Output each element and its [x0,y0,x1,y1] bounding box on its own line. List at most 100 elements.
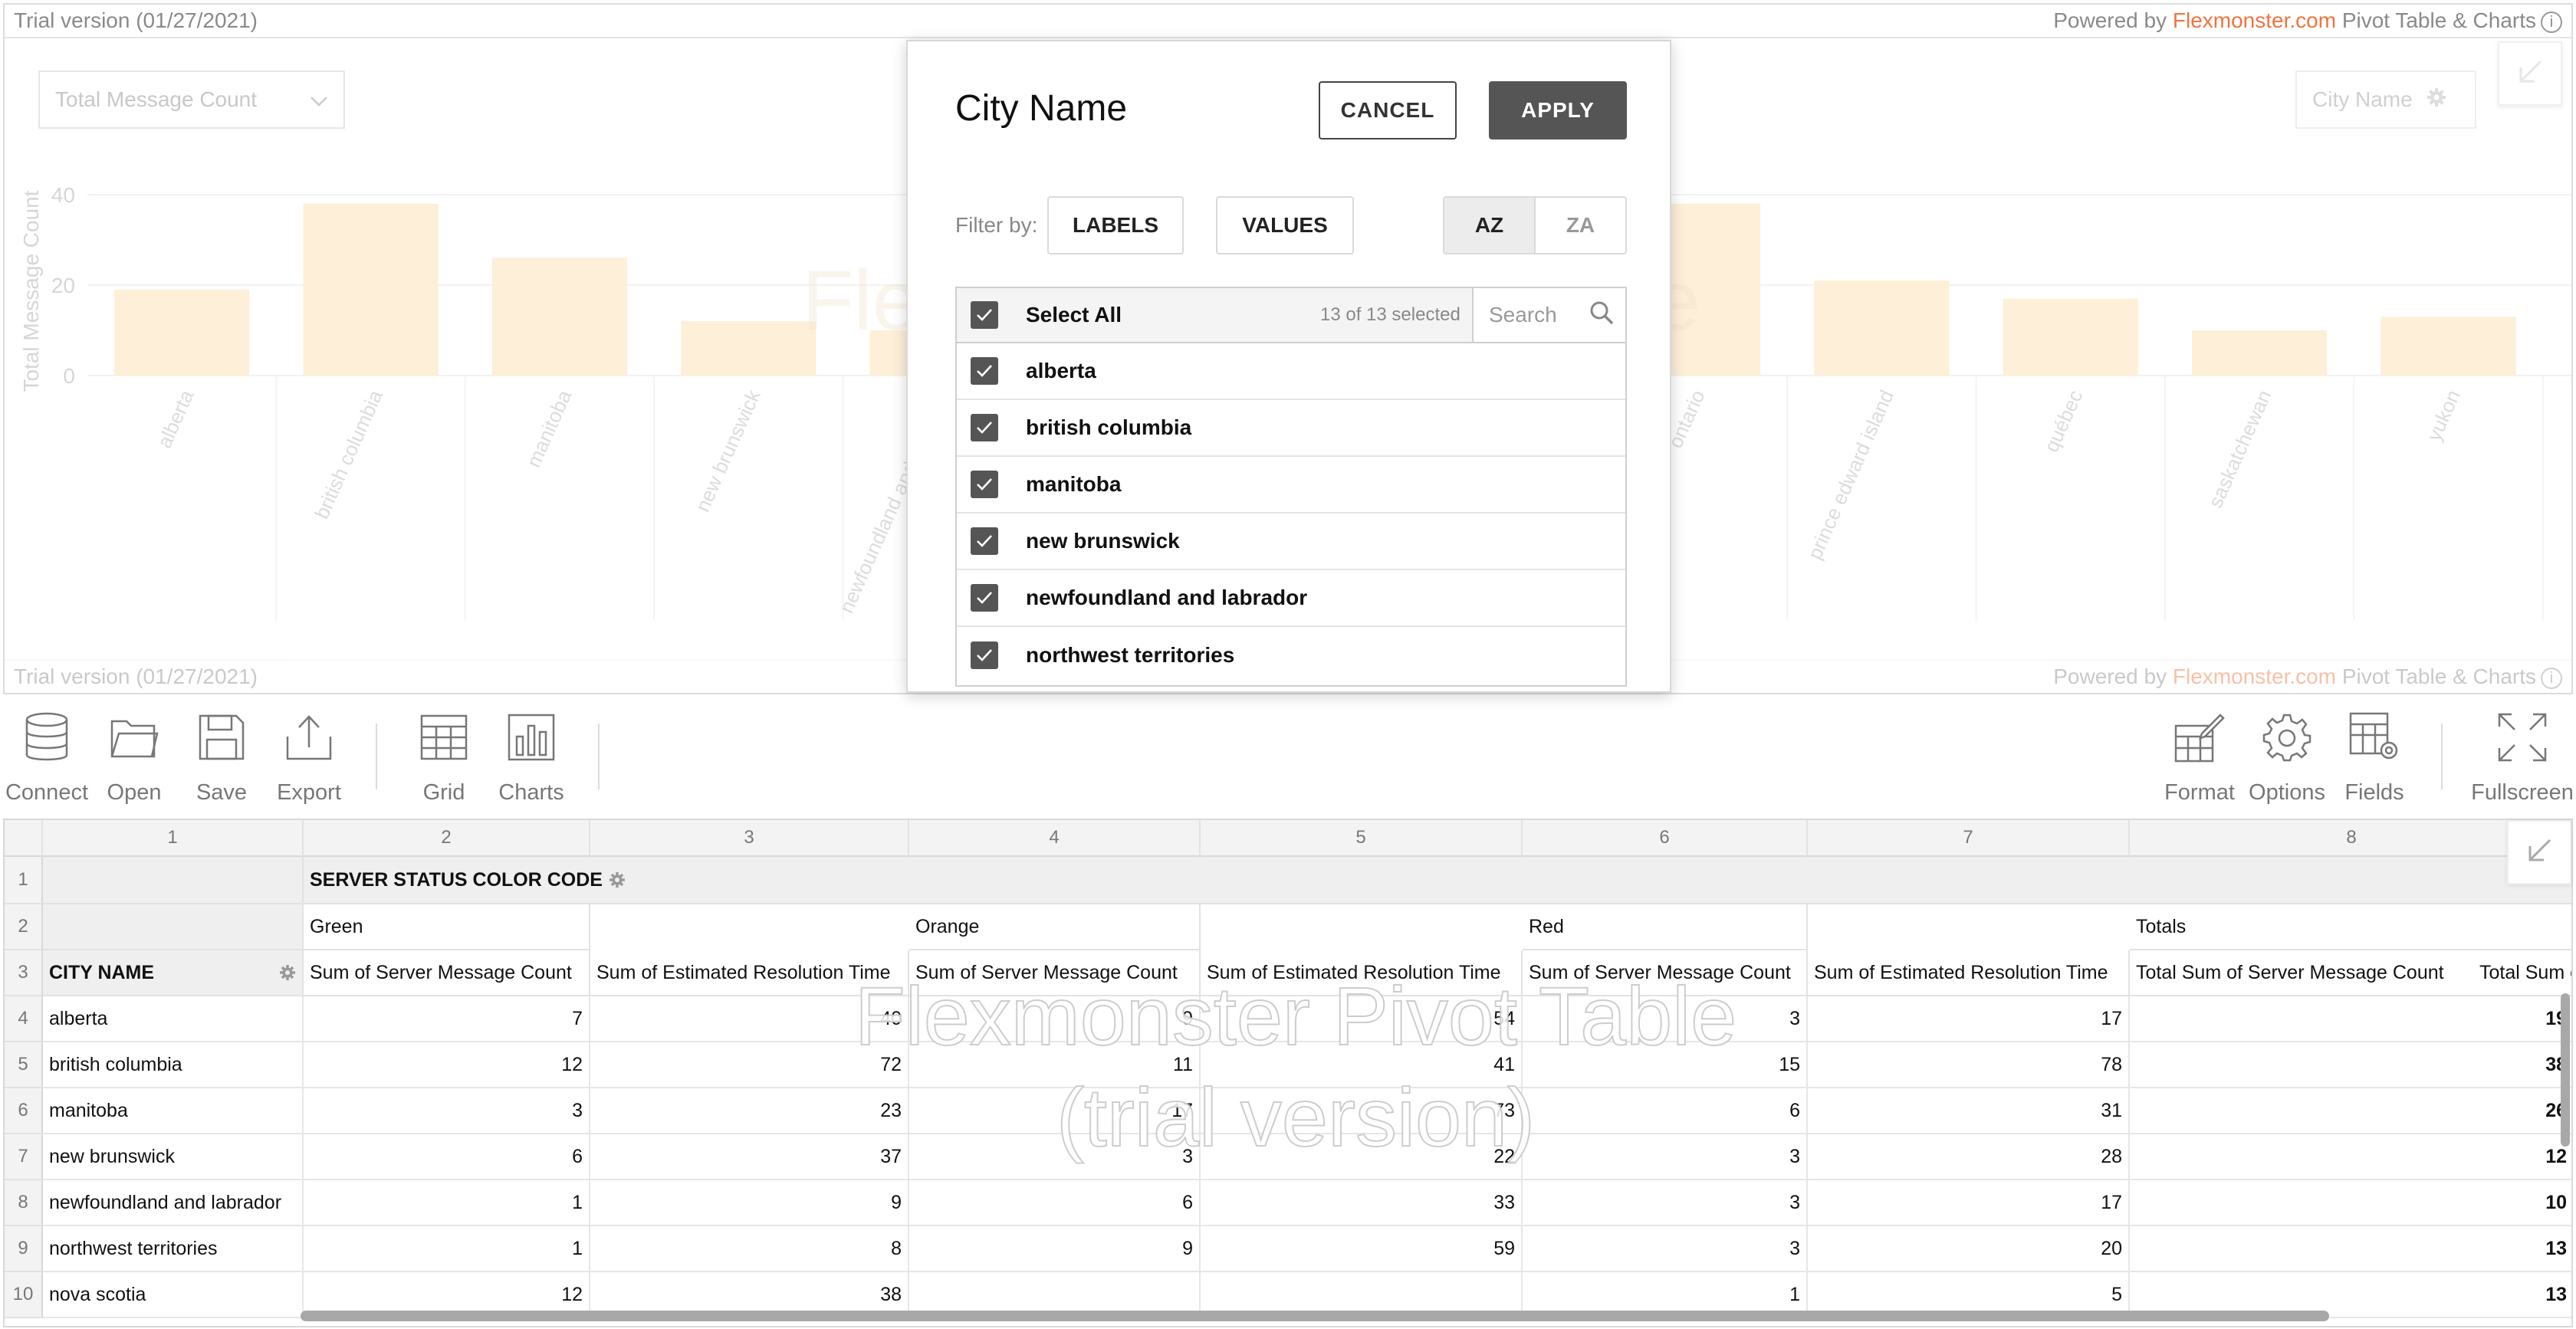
info-icon-bottom[interactable]: i [2541,667,2562,689]
value-cell[interactable]: 33 [1201,1180,1523,1226]
value-cell[interactable]: 3 [1523,1226,1808,1272]
value-cell[interactable]: 19 [2130,996,2571,1042]
value-cell[interactable]: 3 [1523,1134,1808,1180]
value-cell[interactable]: 59 [1201,1226,1523,1272]
row-number[interactable]: 2 [5,904,43,950]
sort-za-button[interactable]: ZA [1536,198,1625,253]
value-cell[interactable]: 11 [909,1042,1201,1088]
collapse-chart-button[interactable] [2498,41,2562,106]
value-cell[interactable]: 6 [304,1134,590,1180]
value-cell[interactable]: 6 [909,1180,1201,1226]
city-name-cell[interactable]: british columbia [43,1042,304,1088]
row-number[interactable]: 1 [5,857,43,904]
format-button[interactable]: Format [2150,702,2249,806]
city-name-cell[interactable]: manitoba [43,1088,304,1134]
measure-header[interactable]: Sum of Estimated Resolution Time [1808,950,2130,996]
row-number[interactable]: 10 [5,1272,43,1318]
row-number[interactable]: 7 [5,1134,43,1180]
value-cell[interactable]: 9 [909,996,1201,1042]
city-name-cell[interactable]: newfoundland and labrador [43,1180,304,1226]
collapse-grid-button[interactable] [2507,820,2571,884]
member-item[interactable]: alberta [957,343,1625,400]
value-cell[interactable]: 7 [304,996,590,1042]
value-cell[interactable]: 31 [1808,1088,2130,1134]
flexmonster-link[interactable]: Flexmonster.com [2173,8,2336,32]
row-number[interactable]: 9 [5,1226,43,1272]
member-checkbox[interactable] [971,414,998,441]
measure-header[interactable]: Sum of Server Message Count [304,950,590,996]
value-cell[interactable]: 54 [1201,996,1523,1042]
value-cell[interactable]: 41 [1201,1042,1523,1088]
value-cell[interactable]: 6 [1523,1088,1808,1134]
column-number[interactable]: 3 [590,820,909,857]
member-checkbox[interactable] [971,642,998,669]
value-cell[interactable]: 22 [1201,1134,1523,1180]
horizontal-scrollbar[interactable] [301,1311,2329,1321]
value-cell[interactable]: 10 [2130,1180,2571,1226]
city-name-cell[interactable]: alberta [43,996,304,1042]
value-cell[interactable]: 9 [909,1226,1201,1272]
city-name-cell[interactable]: nova scotia [43,1272,304,1318]
gear-icon[interactable] [2426,87,2446,113]
value-cell[interactable]: 3 [304,1088,590,1134]
group-header[interactable]: Red [1523,904,1808,950]
member-checkbox[interactable] [971,357,998,385]
value-cell[interactable]: 17 [1808,996,2130,1042]
member-item[interactable]: british columbia [957,400,1625,457]
gear-icon[interactable] [609,871,626,888]
value-cell[interactable]: 37 [590,1134,909,1180]
charts-button[interactable]: Charts [481,702,581,806]
row-number[interactable]: 6 [5,1088,43,1134]
value-cell[interactable]: 15 [1523,1042,1808,1088]
value-cell[interactable]: 20 [1808,1226,2130,1272]
row-number[interactable]: 8 [5,1180,43,1226]
value-cell[interactable]: 1 [304,1226,590,1272]
column-number[interactable]: 6 [1523,820,1808,857]
gear-icon[interactable] [279,964,296,981]
open-button[interactable]: Open [84,702,184,806]
info-icon[interactable]: i [2541,11,2562,33]
sort-az-button[interactable]: AZ [1444,198,1536,253]
group-header[interactable]: Green [304,904,590,950]
value-cell[interactable]: 17 [909,1088,1201,1134]
value-cell[interactable]: 17 [1808,1180,2130,1226]
city-name-cell[interactable]: northwest territories [43,1226,304,1272]
member-item[interactable]: northwest territories [957,627,1625,684]
row-field-chip[interactable]: City Name [2295,71,2476,129]
value-cell[interactable]: 40 [590,996,909,1042]
search-input[interactable]: Search [1472,288,1625,342]
value-cell[interactable]: 78 [1808,1042,2130,1088]
labels-filter-button[interactable]: LABELS [1047,196,1184,254]
connect-button[interactable]: Connect [0,702,97,806]
measure-select[interactable]: Total Message Count [38,71,345,129]
measure-header[interactable]: Sum of Server Message Count [1523,950,1808,996]
fields-button[interactable]: Fields [2325,702,2424,806]
member-item[interactable]: manitoba [957,457,1625,514]
value-cell[interactable]: 28 [1808,1134,2130,1180]
row-number[interactable]: 5 [5,1042,43,1088]
city-name-cell[interactable]: new brunswick [43,1134,304,1180]
column-number[interactable]: 5 [1201,820,1523,857]
member-checkbox[interactable] [971,584,998,612]
column-number[interactable]: 4 [909,820,1201,857]
member-checkbox[interactable] [971,471,998,498]
measure-header[interactable]: Sum of Server Message Count [909,950,1201,996]
value-cell[interactable]: 23 [590,1088,909,1134]
export-button[interactable]: Export [259,702,359,806]
cancel-button[interactable]: CANCEL [1319,81,1457,139]
column-number[interactable]: 2 [304,820,590,857]
row-number[interactable]: 3 [5,950,43,996]
values-filter-button[interactable]: VALUES [1216,196,1354,254]
save-button[interactable]: Save [172,702,271,806]
value-cell[interactable]: 12 [2130,1134,2571,1180]
fullscreen-button[interactable]: Fullscreen [2469,702,2576,806]
value-cell[interactable]: 3 [1523,1180,1808,1226]
grid-button[interactable]: Grid [394,702,494,806]
measure-header[interactable]: Sum of Estimated Resolution Time [590,950,909,996]
value-cell[interactable]: 73 [1201,1088,1523,1134]
member-item[interactable]: new brunswick [957,514,1625,570]
value-cell[interactable]: 8 [590,1226,909,1272]
column-field-header[interactable]: SERVER STATUS COLOR CODE [304,857,2571,904]
member-item[interactable]: newfoundland and labrador [957,570,1625,627]
value-cell[interactable]: 1 [304,1180,590,1226]
